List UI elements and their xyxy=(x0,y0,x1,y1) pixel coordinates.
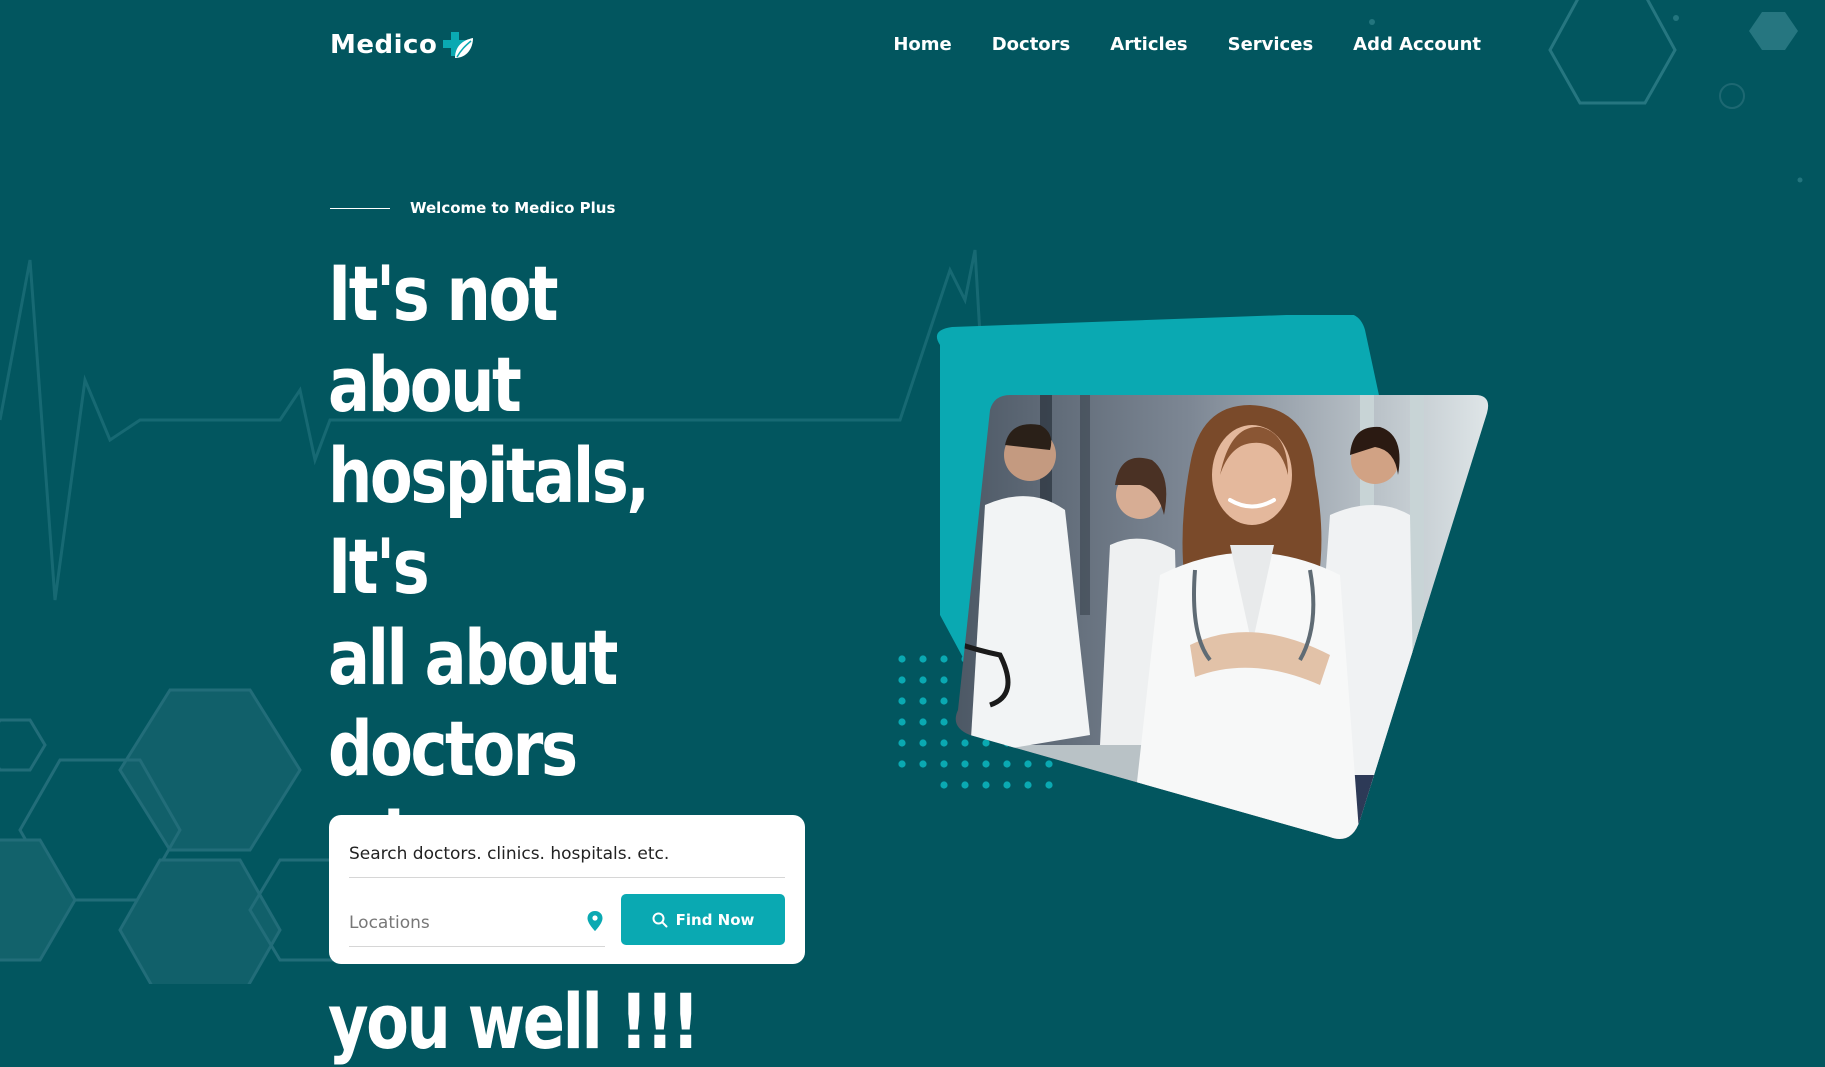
nav-services[interactable]: Services xyxy=(1228,34,1314,55)
find-now-label: Find Now xyxy=(675,910,755,929)
hero-image xyxy=(937,315,1489,839)
find-now-button[interactable]: Find Now xyxy=(621,894,785,945)
map-pin-icon xyxy=(587,911,603,931)
search-input[interactable] xyxy=(349,831,785,878)
hexagon-pattern xyxy=(0,688,372,984)
small-circle xyxy=(1719,83,1745,109)
nav-articles[interactable]: Articles xyxy=(1110,34,1187,55)
hexagon-filled-top xyxy=(1749,12,1798,50)
eyebrow: Welcome to Medico Plus xyxy=(330,199,615,217)
hexagon-outline-top xyxy=(1548,0,1677,105)
search-card: Find Now xyxy=(329,815,805,964)
nav-home[interactable]: Home xyxy=(893,34,951,55)
search-icon xyxy=(652,912,668,927)
location-input[interactable] xyxy=(349,900,605,947)
nav-doctors[interactable]: Doctors xyxy=(992,34,1071,55)
main-nav: Home Doctors Articles Services Add Accou… xyxy=(893,34,1481,55)
logo-text: Medico xyxy=(330,30,438,60)
eyebrow-divider xyxy=(330,207,390,209)
nav-add-account[interactable]: Add Account xyxy=(1353,34,1481,55)
logo[interactable]: Medico xyxy=(330,28,475,62)
medical-cross-leaf-icon xyxy=(443,32,474,58)
eyebrow-text: Welcome to Medico Plus xyxy=(410,199,616,217)
